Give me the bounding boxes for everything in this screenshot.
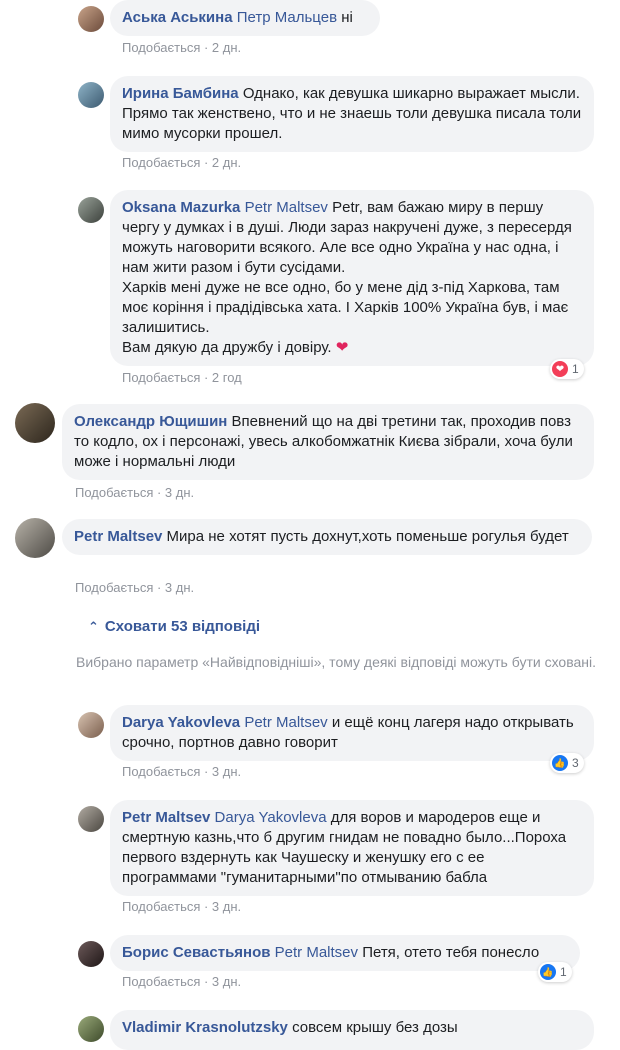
hide-replies-label: Сховати 53 відповіді (104, 618, 261, 635)
comment-author[interactable]: Petr Maltsev (122, 809, 210, 826)
hide-replies-toggle[interactable]: ⌃ Сховати 53 відповіді (88, 618, 260, 635)
chevron-up-icon: ⌃ (88, 618, 99, 634)
comment-text: ні (341, 9, 353, 26)
heart-emoji-icon: ❤ (335, 339, 349, 356)
mention-tag[interactable]: Petr Maltsev (244, 714, 327, 731)
comment-actions[interactable]: Подобається · 2 дн. (122, 155, 241, 170)
avatar[interactable] (78, 197, 104, 223)
comment-actions[interactable]: Подобається · 3 дн. (75, 580, 194, 595)
comment-author[interactable]: Аська Аськина (122, 9, 233, 26)
comment-actions[interactable]: Подобається · 3 дн. (122, 974, 241, 989)
mention-tag[interactable]: Darya Yakovleva (215, 809, 327, 826)
reply-bubble: Darya Yakovleva Petr Maltsev и ещё конц … (110, 705, 594, 761)
mention-tag[interactable]: Petr Maltsev (245, 199, 328, 216)
comment-actions[interactable]: Подобається · 3 дн. (122, 899, 241, 914)
avatar[interactable] (15, 403, 55, 443)
avatar[interactable] (78, 941, 104, 967)
comment-bubble: Petr Maltsev Мира не хотят пусть дохнут,… (62, 519, 592, 555)
reply-bubble: Борис Севастьянов Petr Maltsev Петя, оте… (110, 935, 580, 971)
avatar[interactable] (78, 806, 104, 832)
like-reaction-icon: 👍 (540, 964, 556, 980)
comment-text: Мира не хотят пусть дохнут,хоть поменьше… (166, 528, 569, 545)
reaction-count: 1 (560, 965, 567, 979)
comment-bubble: Олександр Ющишин Впевнений що на дві тре… (62, 404, 594, 480)
comment-bubble: Oksana Mazurka Petr Maltsev Petr, вам ба… (110, 190, 594, 366)
comment-author[interactable]: Petr Maltsev (74, 528, 162, 545)
reaction-summary[interactable]: ❤ 1 (550, 359, 584, 379)
filter-notice: Вибрано параметр «Найвідповідніші», тому… (76, 654, 596, 670)
avatar[interactable] (78, 1016, 104, 1042)
comment-text: совсем крышу без дозы (292, 1019, 458, 1036)
love-reaction-icon: ❤ (552, 361, 568, 377)
avatar[interactable] (78, 82, 104, 108)
comment-actions[interactable]: Подобається · 3 дн. (122, 764, 241, 779)
avatar[interactable] (78, 6, 104, 32)
comment-author[interactable]: Ирина Бамбина (122, 85, 239, 102)
avatar[interactable] (15, 518, 55, 558)
reply-bubble: Petr Maltsev Darya Yakovleva для воров и… (110, 800, 594, 896)
avatar[interactable] (78, 712, 104, 738)
comment-author[interactable]: Борис Севастьянов (122, 944, 270, 961)
reaction-count: 3 (572, 756, 579, 770)
comment-text: Харків мені дуже не все одно, бо у мене … (122, 279, 569, 336)
mention-tag[interactable]: Petr Maltsev (275, 944, 358, 961)
comment-author[interactable]: Oksana Mazurka (122, 199, 240, 216)
reply-bubble: Vladimir Krasnolutzsky совсем крышу без … (110, 1010, 594, 1050)
comment-bubble: Аська Аськина Петр Мальцев ні (110, 0, 380, 36)
like-reaction-icon: 👍 (552, 755, 568, 771)
reaction-summary[interactable]: 👍 1 (538, 962, 572, 982)
comment-author[interactable]: Олександр Ющишин (74, 413, 227, 430)
comment-actions[interactable]: Подобається · 3 дн. (75, 485, 194, 500)
comment-actions[interactable]: Подобається · 2 дн. (122, 40, 241, 55)
mention-tag[interactable]: Петр Мальцев (237, 9, 337, 26)
comment-author[interactable]: Darya Yakovleva (122, 714, 240, 731)
comment-text: Петя, отето тебя понесло (362, 944, 540, 961)
comment-bubble: Ирина Бамбина Однако, как девушка шикарн… (110, 76, 594, 152)
comment-author[interactable]: Vladimir Krasnolutzsky (122, 1019, 288, 1036)
reaction-summary[interactable]: 👍 3 (550, 753, 584, 773)
comment-text: Вам дякую да дружбу і довіру. (122, 339, 332, 356)
comment-actions[interactable]: Подобається · 2 год (122, 370, 242, 385)
reaction-count: 1 (572, 362, 579, 376)
